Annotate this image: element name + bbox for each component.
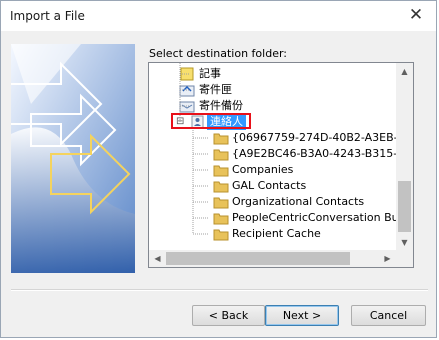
window-title: Import a File xyxy=(10,9,85,23)
vertical-scrollbar[interactable]: ▲ ▼ xyxy=(396,63,413,251)
back-button[interactable]: < Back xyxy=(192,305,265,326)
tree-connector-lines xyxy=(179,63,209,235)
next-button[interactable]: Next > xyxy=(265,305,339,326)
scroll-up-icon[interactable]: ▲ xyxy=(396,63,413,80)
destination-folder-label: Select destination folder: xyxy=(149,47,288,60)
wizard-banner-image xyxy=(11,44,135,273)
scroll-down-icon[interactable]: ▼ xyxy=(396,234,413,251)
horizontal-scrollbar[interactable]: ◀ ▶ xyxy=(149,250,396,267)
horizontal-scroll-thumb[interactable] xyxy=(166,252,350,265)
scroll-right-icon[interactable]: ▶ xyxy=(379,250,396,267)
annotation-highlight-box xyxy=(171,113,251,129)
vertical-scroll-thumb[interactable] xyxy=(398,181,411,232)
wizard-arrows-graphic xyxy=(11,44,135,273)
cancel-button[interactable]: Cancel xyxy=(351,305,426,326)
scrollbar-corner xyxy=(396,250,413,267)
folder-tree[interactable]: 記事 寄件匣 寄件備份 ⊟ 連絡人 {06967759-274D-40B2-A3… xyxy=(148,62,414,268)
scroll-left-icon[interactable]: ◀ xyxy=(149,250,166,267)
button-separator xyxy=(11,289,428,291)
import-file-dialog: Import a File ✕ Select destination folde… xyxy=(0,0,437,338)
title-bar: Import a File ✕ xyxy=(1,1,436,31)
close-icon[interactable]: ✕ xyxy=(406,5,426,25)
folder-tree-items: 記事 寄件匣 寄件備份 ⊟ 連絡人 {06967759-274D-40B2-A3… xyxy=(149,63,396,251)
